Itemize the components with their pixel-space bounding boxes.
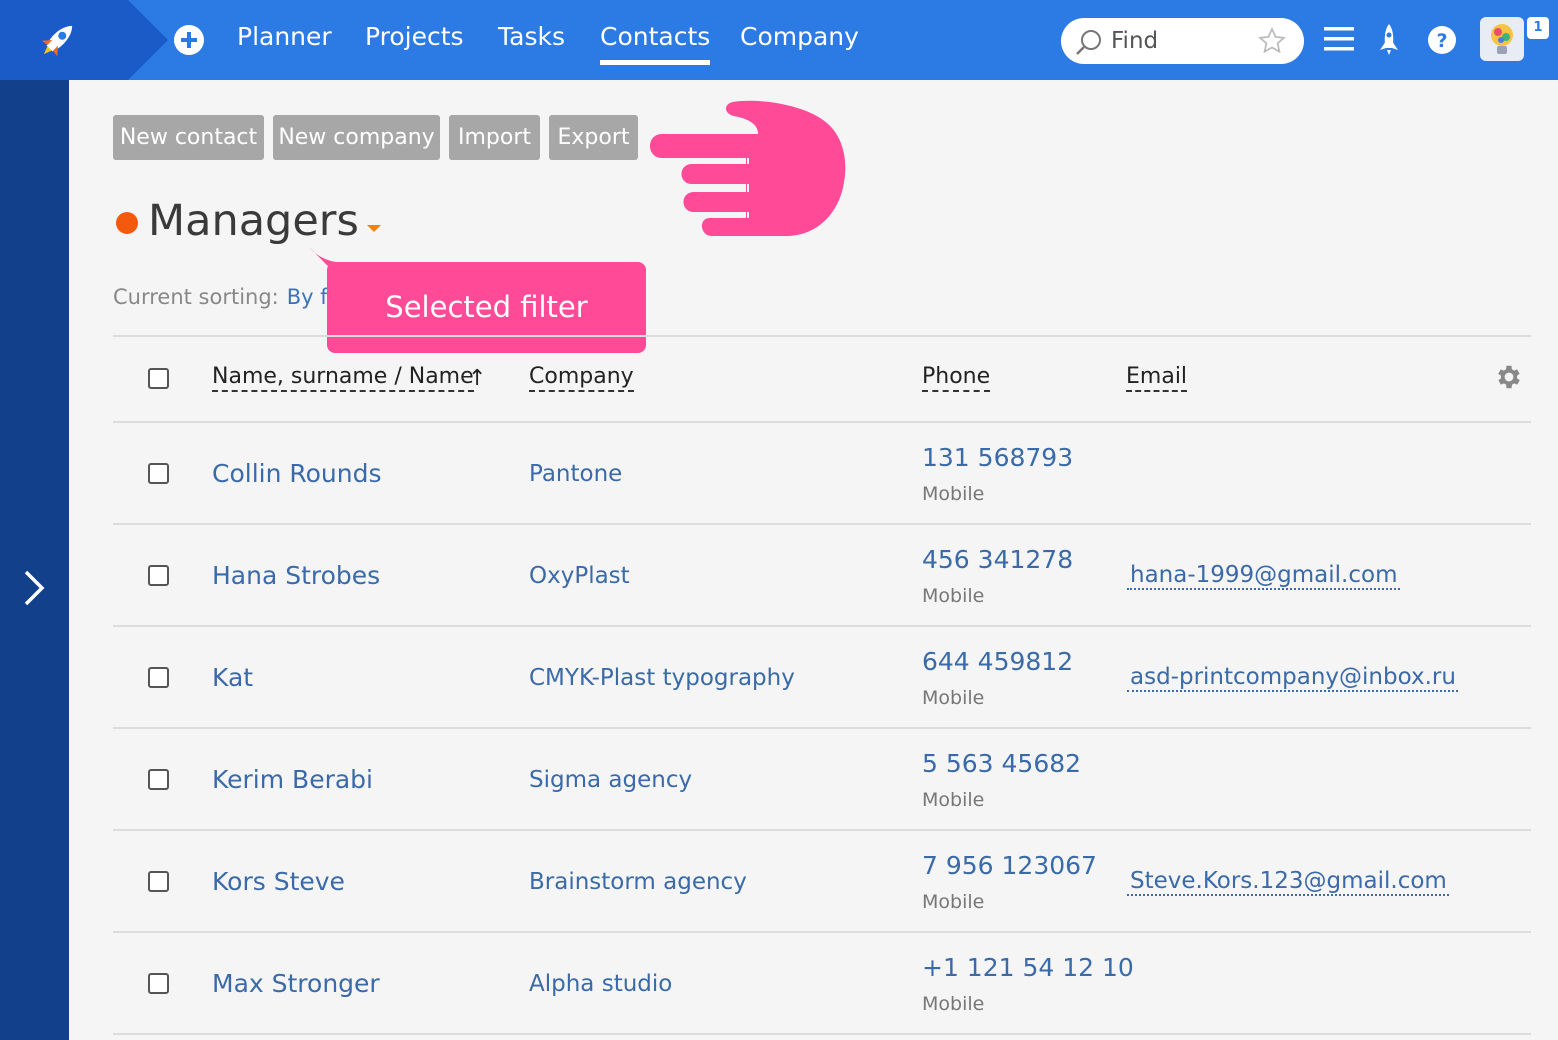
company-link[interactable]: OxyPlast: [529, 563, 630, 589]
new-company-button[interactable]: New company: [273, 115, 440, 160]
help-icon[interactable]: ?: [1427, 25, 1457, 55]
table-top-border: [113, 335, 1531, 337]
phone-type: Mobile: [922, 891, 985, 913]
contact-name-link[interactable]: Max Stronger: [212, 969, 380, 998]
nav-contacts[interactable]: Contacts: [600, 22, 711, 65]
phone-number[interactable]: 456 341278: [922, 545, 1073, 574]
avatar[interactable]: [1480, 17, 1524, 61]
row-checkbox[interactable]: [148, 973, 169, 994]
filter-dropdown-caret-icon[interactable]: [367, 225, 381, 232]
top-navigation-bar: Planner Projects Tasks Contacts Company …: [0, 0, 1558, 80]
star-icon[interactable]: [1257, 26, 1287, 56]
contact-name-link[interactable]: Kors Steve: [212, 867, 345, 896]
phone-number[interactable]: 644 459812: [922, 647, 1073, 676]
nav-tasks[interactable]: Tasks: [498, 22, 565, 51]
current-sorting: Current sorting: By f: [113, 285, 328, 309]
contact-name-link[interactable]: Hana Strobes: [212, 561, 380, 590]
phone-type: Mobile: [922, 483, 985, 505]
gear-icon[interactable]: [1494, 362, 1524, 392]
company-link[interactable]: CMYK-Plast typography: [529, 665, 795, 691]
rocket-menu-icon[interactable]: [1377, 24, 1401, 56]
table-row: Max Stronger Alpha studio +1 121 54 12 10 M…: [0, 933, 1558, 1035]
row-checkbox[interactable]: [148, 565, 169, 586]
column-header-name[interactable]: Name, surname / Name: [212, 364, 474, 392]
new-contact-button[interactable]: New contact: [113, 115, 264, 160]
search-input[interactable]: [1111, 26, 1251, 56]
table-row: Collin Rounds Pantone 131 568793 Mobile: [0, 423, 1558, 525]
phone-type: Mobile: [922, 789, 985, 811]
company-link[interactable]: Pantone: [529, 461, 622, 487]
table-row: Kerim Berabi Sigma agency 5 563 45682 Mobil…: [0, 729, 1558, 831]
pointing-hand-icon: [650, 100, 846, 236]
column-header-email[interactable]: Email: [1126, 364, 1188, 392]
row-checkbox[interactable]: [148, 769, 169, 790]
row-checkbox[interactable]: [148, 463, 169, 484]
row-checkbox[interactable]: [148, 667, 169, 688]
contact-name-link[interactable]: Kat: [212, 663, 253, 692]
lightbulb-icon: [1491, 24, 1513, 54]
column-header-phone[interactable]: Phone: [922, 364, 991, 392]
phone-number[interactable]: 5 563 45682: [922, 749, 1081, 778]
email-link[interactable]: Steve.Kors.123@gmail.com: [1127, 868, 1449, 897]
company-link[interactable]: Sigma agency: [529, 767, 692, 793]
company-link[interactable]: Alpha studio: [529, 971, 672, 997]
search-icon: [1076, 30, 1101, 55]
phone-number[interactable]: 7 956 123067: [922, 851, 1097, 880]
sorting-value[interactable]: By f: [287, 285, 328, 309]
table-row: Hana Strobes OxyPlast 456 341278 Mobile hana…: [0, 525, 1558, 627]
row-divider: [113, 1033, 1531, 1035]
notification-badge[interactable]: 1: [1527, 17, 1549, 39]
filter-title[interactable]: Managers: [148, 196, 359, 246]
svg-text:?: ?: [1436, 30, 1447, 52]
contact-name-link[interactable]: Collin Rounds: [212, 459, 382, 488]
column-header-company[interactable]: Company: [529, 364, 634, 392]
phone-number[interactable]: 131 568793: [922, 443, 1073, 472]
logo[interactable]: [0, 0, 168, 80]
phone-type: Mobile: [922, 687, 985, 709]
table-row: Kors Steve Brainstorm agency 7 956 123067 M…: [0, 831, 1558, 933]
email-link[interactable]: asd-printcompany@inbox.ru: [1127, 664, 1458, 693]
phone-type: Mobile: [922, 993, 985, 1015]
selected-filter-callout: Selected filter: [327, 262, 646, 353]
nav-projects[interactable]: Projects: [365, 22, 464, 51]
filter-color-dot: [116, 212, 138, 234]
company-link[interactable]: Brainstorm agency: [529, 869, 747, 895]
add-icon[interactable]: [174, 25, 204, 55]
sorting-label: Current sorting:: [113, 285, 279, 309]
sort-ascending-icon: ↑: [468, 366, 487, 391]
row-checkbox[interactable]: [148, 871, 169, 892]
phone-type: Mobile: [922, 585, 985, 607]
select-all-checkbox[interactable]: [148, 368, 169, 389]
email-link[interactable]: hana-1999@gmail.com: [1127, 562, 1400, 591]
table-row: Kat CMYK-Plast typography 644 459812 Mobile…: [0, 627, 1558, 729]
menu-icon[interactable]: [1324, 26, 1354, 52]
search-box: [1061, 18, 1304, 64]
phone-number[interactable]: +1 121 54 12 10: [922, 953, 1134, 982]
nav-planner[interactable]: Planner: [237, 22, 332, 51]
export-button[interactable]: Export: [549, 115, 638, 160]
nav-company[interactable]: Company: [740, 22, 859, 51]
contact-name-link[interactable]: Kerim Berabi: [212, 765, 373, 794]
import-button[interactable]: Import: [449, 115, 540, 160]
